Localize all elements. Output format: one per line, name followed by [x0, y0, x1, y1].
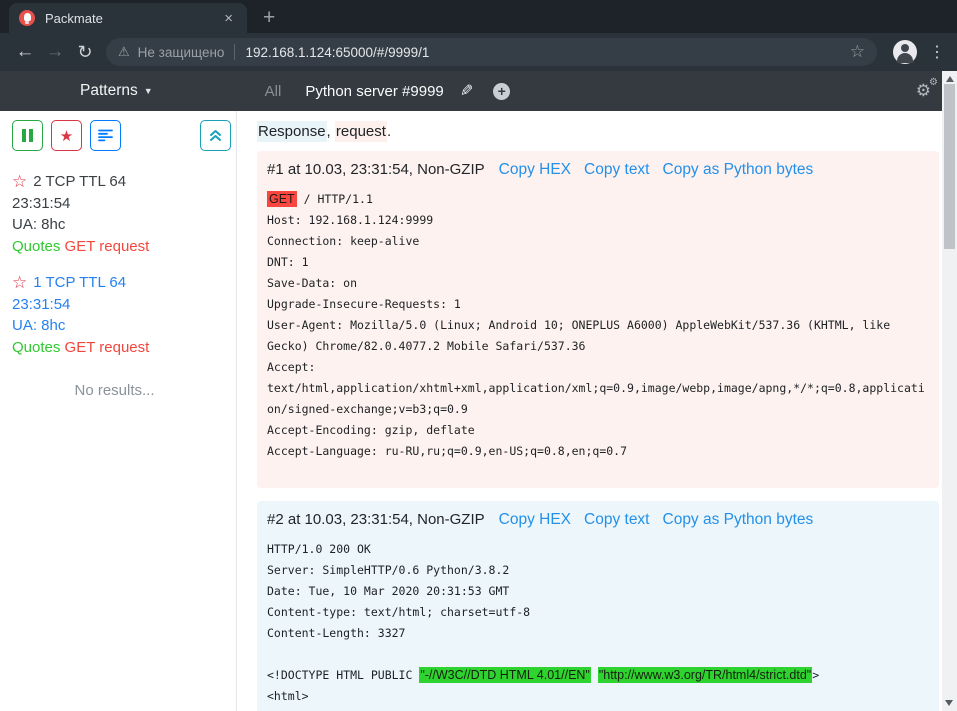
stream-time: 23:31:54: [12, 193, 228, 215]
packets-pane: Response, request. #1 at 10.03, 23:31:54…: [237, 111, 957, 711]
settings-gears-icon[interactable]: ⚙⚙: [916, 81, 931, 101]
new-tab-button[interactable]: +: [263, 8, 275, 28]
packet-title: #1 at 10.03, 23:31:54, Non-GZIP: [267, 161, 485, 178]
patterns-dropdown[interactable]: Patterns ▼: [80, 82, 153, 100]
list-filter-button[interactable]: [90, 120, 121, 151]
stream-tags: Quotes GET request: [12, 337, 228, 359]
omnibox-divider: [234, 44, 235, 60]
edit-service-icon[interactable]: ✎: [460, 81, 473, 101]
pause-icon: [22, 129, 33, 142]
not-secure-warning-icon: ⚠: [118, 44, 130, 60]
copy-hex-link[interactable]: Copy HEX: [499, 161, 571, 179]
page-content: ★: [0, 111, 957, 711]
tag-get-request: GET request: [65, 339, 150, 356]
packet-title: #2 at 10.03, 23:31:54, Non-GZIP: [267, 511, 485, 528]
packmate-favicon-icon: [19, 10, 35, 26]
bookmark-star-icon[interactable]: ☆: [850, 42, 865, 62]
url-text[interactable]: 192.168.1.124:65000/#/9999/1: [245, 45, 429, 60]
copy-text-link[interactable]: Copy text: [584, 161, 649, 179]
nav-python-server[interactable]: Python server #9999: [293, 83, 455, 100]
copy-text-link[interactable]: Copy text: [584, 511, 649, 529]
packet-card-request: #1 at 10.03, 23:31:54, Non-GZIP Copy HEX…: [257, 151, 939, 488]
favorites-filter-button[interactable]: ★: [51, 120, 82, 151]
tab-title: Packmate: [45, 11, 220, 26]
sidebar-toolbar: ★: [12, 120, 236, 151]
app-header: Patterns ▼ All Python server #9999 ✎ + ⚙…: [0, 71, 957, 111]
tag-quotes: Quotes: [12, 339, 60, 356]
scrollbar-down-arrow-icon[interactable]: [945, 700, 953, 706]
address-bar[interactable]: ⚠ Не защищено 192.168.1.124:65000/#/9999…: [106, 38, 877, 66]
copy-hex-link[interactable]: Copy HEX: [499, 511, 571, 529]
packet-actions: Copy HEX Copy text Copy as Python bytes: [499, 511, 814, 529]
copy-python-bytes-link[interactable]: Copy as Python bytes: [663, 511, 814, 529]
scrollbar-up-arrow-icon[interactable]: [946, 76, 954, 82]
browser-tab[interactable]: Packmate ×: [9, 3, 247, 33]
packet-card-response: #2 at 10.03, 23:31:54, Non-GZIP Copy HEX…: [257, 501, 939, 711]
direction-legend: Response, request.: [257, 123, 939, 140]
chevron-down-icon: ▼: [144, 86, 153, 96]
stream-time: 23:31:54: [12, 294, 228, 316]
no-results-text: No results...: [12, 382, 217, 399]
patterns-label: Patterns: [80, 82, 138, 100]
copy-python-bytes-link[interactable]: Copy as Python bytes: [663, 161, 814, 179]
browser-tab-bar: Packmate × +: [0, 0, 957, 33]
stream-title: 1 TCP TTL 64: [33, 272, 126, 294]
forward-button[interactable]: →: [40, 37, 70, 67]
scrollbar-thumb[interactable]: [944, 84, 955, 249]
stream-item-selected[interactable]: ☆ 1 TCP TTL 64 23:31:54 UA: 8hc Quotes G…: [12, 272, 228, 358]
service-nav: All Python server #9999 ✎ +: [253, 81, 511, 101]
profile-avatar[interactable]: [893, 40, 917, 64]
reload-button[interactable]: ↻: [70, 37, 100, 67]
stream-user-agent: UA: 8hc: [12, 315, 228, 337]
browser-menu-icon[interactable]: ⋮: [929, 42, 945, 62]
security-label[interactable]: Не защищено: [138, 45, 225, 60]
tag-get-request: GET request: [65, 238, 150, 255]
packet-body: GET / HTTP/1.1 Host: 192.168.1.124:9999 …: [267, 189, 929, 462]
streams-sidebar: ★: [0, 111, 237, 711]
packet-actions: Copy HEX Copy text Copy as Python bytes: [499, 161, 814, 179]
stream-item[interactable]: ☆ 2 TCP TTL 64 23:31:54 UA: 8hc Quotes G…: [12, 171, 228, 257]
stream-user-agent: UA: 8hc: [12, 214, 228, 236]
stream-star-icon[interactable]: ☆: [12, 171, 27, 193]
stream-star-icon[interactable]: ☆: [12, 272, 27, 294]
browser-toolbar: ← → ↻ ⚠ Не защищено 192.168.1.124:65000/…: [0, 33, 957, 71]
nav-all[interactable]: All: [253, 83, 294, 100]
tab-close-icon[interactable]: ×: [220, 10, 237, 27]
collapse-sidebar-button[interactable]: [200, 120, 231, 151]
back-button[interactable]: ←: [10, 37, 40, 67]
browser-window: Packmate × + ← → ↻ ⚠ Не защищено 192.168…: [0, 0, 957, 711]
align-left-icon: [98, 129, 113, 142]
pause-button[interactable]: [12, 120, 43, 151]
add-service-button[interactable]: +: [493, 83, 510, 100]
stream-tags: Quotes GET request: [12, 236, 228, 258]
stream-list: ☆ 2 TCP TTL 64 23:31:54 UA: 8hc Quotes G…: [12, 171, 236, 399]
stream-title: 2 TCP TTL 64: [33, 171, 126, 193]
double-chevron-up-icon: [209, 129, 222, 142]
tag-quotes: Quotes: [12, 238, 60, 255]
star-icon: ★: [60, 127, 73, 145]
packet-body: HTTP/1.0 200 OK Server: SimpleHTTP/0.6 P…: [267, 539, 929, 707]
page-scrollbar[interactable]: [942, 71, 957, 711]
